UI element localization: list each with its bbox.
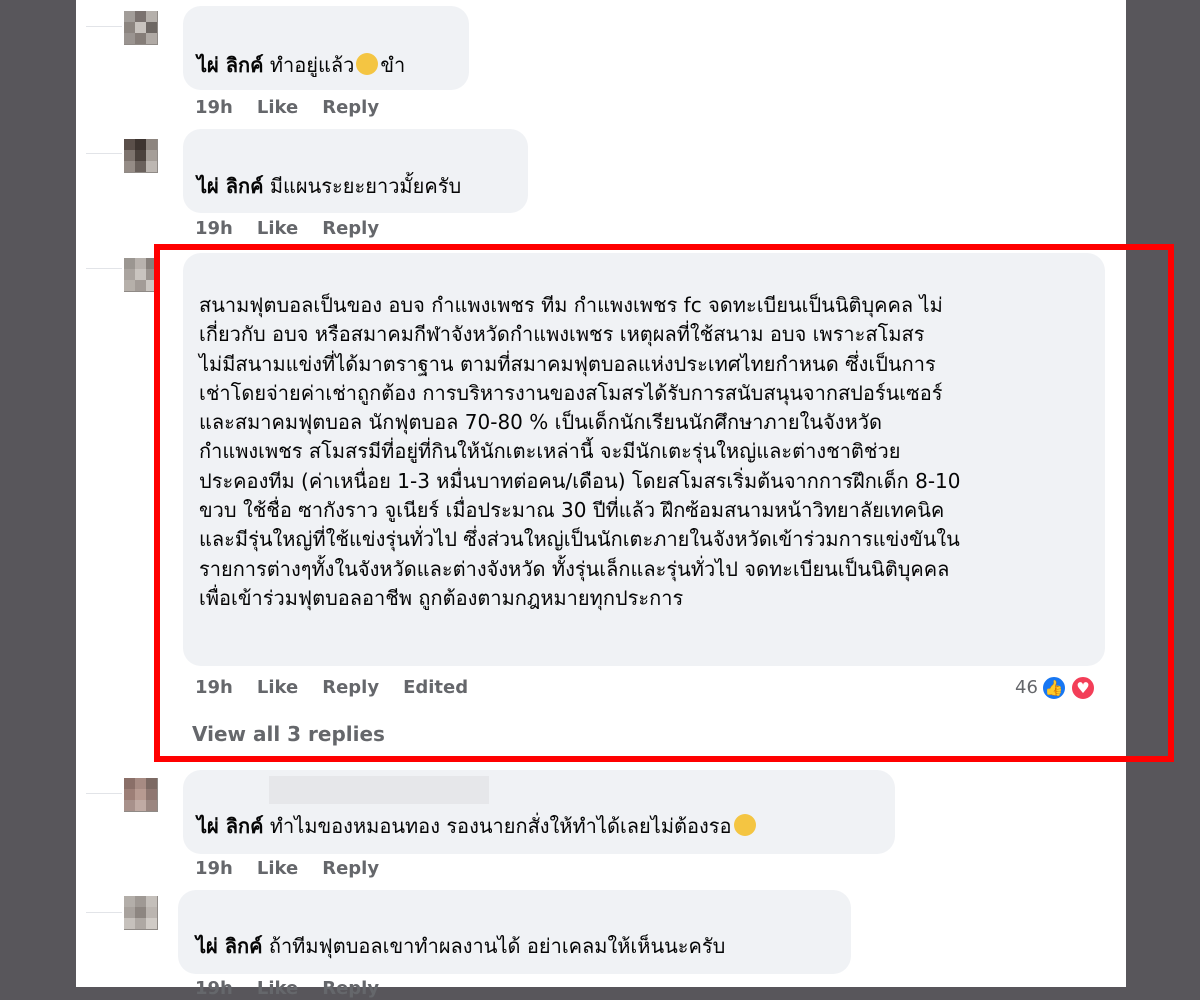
like-button[interactable]: Like [257,858,298,879]
comment-actions: 19h Like Reply [195,858,403,880]
reply-button[interactable]: Reply [322,858,379,879]
edited-label: Edited [403,677,469,698]
reply-button[interactable]: Reply [322,677,379,698]
comment-line: และสมาคมฟุตบอล นักฟุตบอล 70-80 % เป็นเด็… [199,410,882,435]
love-reaction-icon: ♥ [1070,675,1096,701]
comment-line: รายการต่างๆทั้งในจังหวัดและต่างจังหวัด ท… [199,556,950,581]
comment-line: เช่าโดยจ่ายค่าเช่าถูกต้อง การบริหารงานขอ… [199,380,943,405]
comment-time[interactable]: 19h [195,97,233,118]
comment-author[interactable]: ไผ่ ลิกค์ [197,814,263,838]
comment-bubble: ไผ่ ลิกค์ มีแผนระยะยาวมั้ยครับ [183,129,528,213]
avatar[interactable] [124,139,158,173]
comment-text-suffix: ขำ [380,53,406,77]
comment-line: และมีรุ่นใหญ่ที่ใช้แข่งรุ่นทั่วไป ซึ่งส่… [199,527,960,552]
reply-button[interactable]: Reply [322,978,379,999]
reply-button[interactable]: Reply [322,97,379,118]
thread-line [86,153,122,154]
like-button[interactable]: Like [257,97,298,118]
avatar[interactable] [124,896,158,930]
thread-line [86,268,122,269]
avatar[interactable] [124,11,158,45]
comment-bubble: ไผ่ ลิกค์ ถ้าทีมฟุตบอลเขาทำผลงานได้ อย่า… [178,890,851,974]
comment-author[interactable]: ไผ่ ลิกค์ [197,174,263,198]
laughing-emoji-icon [356,53,379,75]
avatar[interactable] [124,258,158,292]
comment-text: สนามฟุตบอลเป็นของ อบจ กำแพงเพชร ทีม กำแพ… [199,291,1094,613]
comment-actions: 19h Like Reply [195,978,403,1000]
like-button[interactable]: Like [257,978,298,999]
comment-time[interactable]: 19h [195,218,233,239]
like-reaction-icon: 👍 [1041,675,1067,701]
grinning-emoji-icon [733,814,756,836]
reply-button[interactable]: Reply [322,218,379,239]
thread-line [86,26,122,27]
comment-actions: 19h Like Reply [195,97,403,119]
comment-time[interactable]: 19h [195,978,233,999]
thread-line [86,793,122,794]
comment-line: ไม่มีสนามแข่งที่ได้มาตราฐาน ตามที่สมาคมฟ… [199,351,936,376]
like-button[interactable]: Like [257,218,298,239]
comment-text: ทำอยู่แล้ว [269,53,355,77]
comment-text: ทำไมของหมอนทอง รองนายกสั่งให้ทำได้เลยไม่… [269,814,732,838]
comment-line: กำแพงเพชร สโมสรมีที่อยู่ที่กินให้นักเตะเ… [199,439,901,464]
comment-line: สนามฟุตบอลเป็นของ อบจ กำแพงเพชร ทีม กำแพ… [199,293,943,317]
comment-line: เกี่ยวกับ อบจ หรือสมาคมกีฬาจังหวัดกำแพงเ… [199,322,925,347]
comment-time[interactable]: 19h [195,677,233,698]
comment-text: มีแผนระยะยาวมั้ยครับ [269,174,462,198]
like-button[interactable]: Like [257,677,298,698]
comment-author[interactable]: ไผ่ ลิกค์ [196,934,262,958]
comment-time[interactable]: 19h [195,858,233,879]
comment-actions: 19h Like Reply Edited [195,677,492,699]
avatar[interactable] [124,778,158,812]
thread-line [86,912,122,913]
comment-bubble: ไผ่ ลิกค์ ทำไมของหมอนทอง รองนายกสั่งให้ท… [183,770,895,854]
view-replies-link[interactable]: View all 3 replies [192,722,385,746]
comment-text: ถ้าทีมฟุตบอลเขาทำผลงานได้ อย่าเคลมให้เห็… [268,934,726,958]
comment-actions: 19h Like Reply [195,218,403,240]
comment-line: ประคองทีม (ค่าเหนื่อย 1-3 หมื่นบาทต่อคน/… [199,468,961,493]
comment-author[interactable]: ไผ่ ลิกค์ [197,53,263,77]
reaction-count[interactable]: 46 [1015,677,1038,699]
comment-bubble: สนามฟุตบอลเป็นของ อบจ กำแพงเพชร ทีม กำแพ… [183,253,1105,666]
comment-bubble: ไผ่ ลิกค์ ทำอยู่แล้ว ขำ [183,6,469,90]
redacted-block [269,776,489,804]
comment-line: ขวบ ใช้ชื่อ ซากังราว จูเนียร์ เมื่อประมา… [199,498,945,523]
comment-line: เพื่อเข้าร่วมฟุตบอลอาชีพ ถูกต้องตามกฎหมา… [199,585,684,610]
